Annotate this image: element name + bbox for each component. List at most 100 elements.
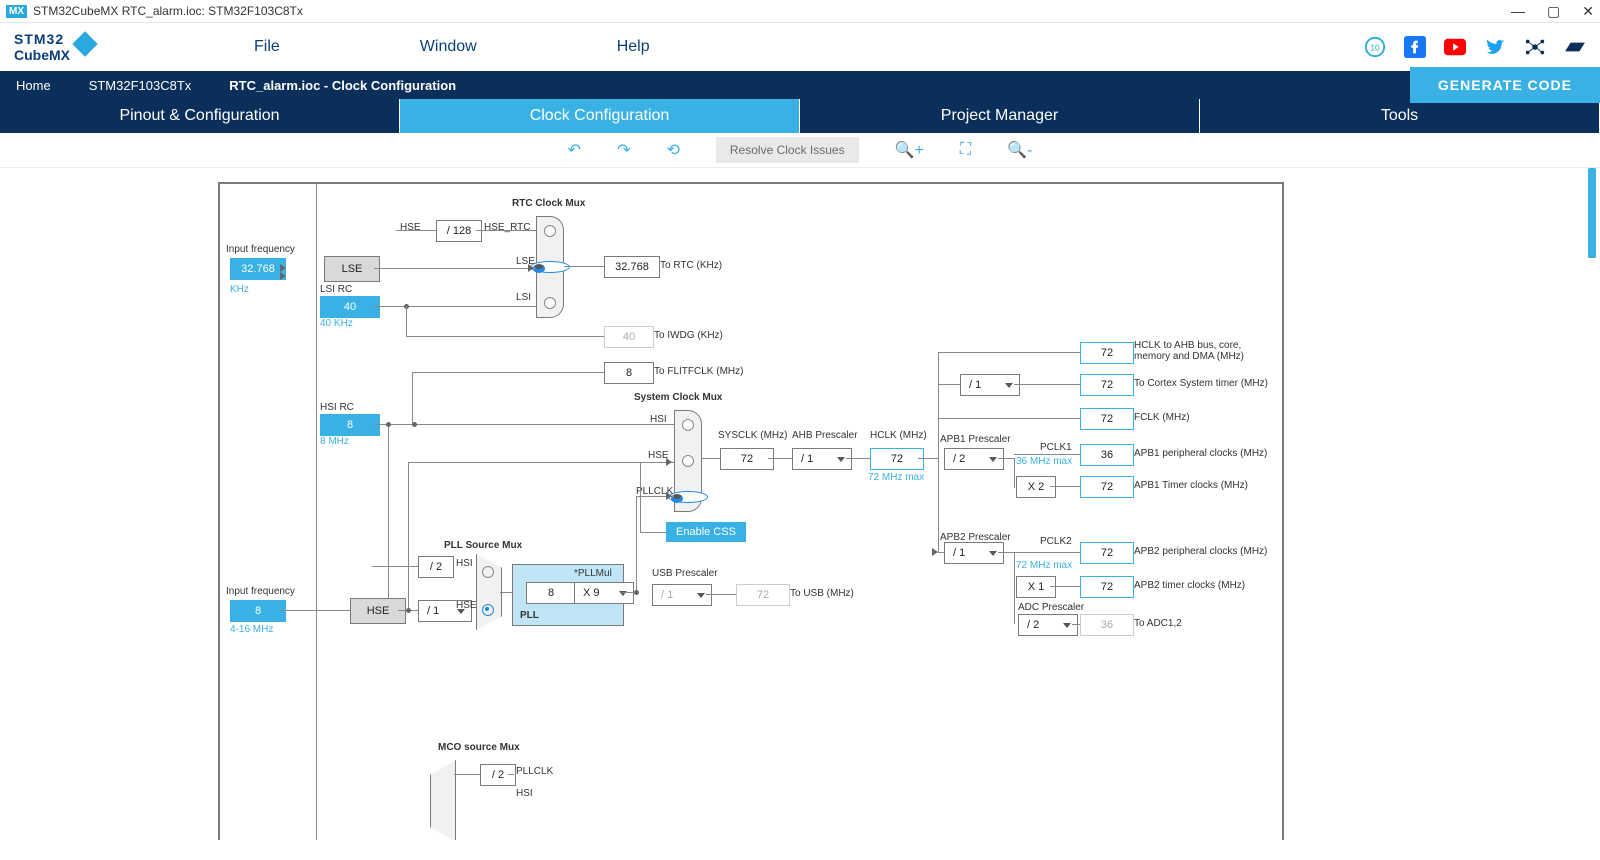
tab-project-manager[interactable]: Project Manager (800, 99, 1200, 133)
community-icon[interactable] (1524, 36, 1546, 58)
usb-prescaler-select[interactable]: / 1 (652, 584, 712, 606)
menu-help[interactable]: Help (617, 38, 650, 56)
resolve-clock-issues-button[interactable]: Resolve Clock Issues (716, 137, 859, 163)
usb-value: 72 (736, 584, 790, 606)
lse-input-value[interactable]: 32.768 (230, 258, 286, 280)
fit-icon[interactable]: ⛶ (960, 141, 971, 159)
lsi-rc-value: 40 (320, 296, 380, 318)
clock-diagram-canvas[interactable]: Input frequency 32.768 KHz LSE LSI RC 40… (218, 182, 1284, 840)
redo-icon[interactable]: ↷ (617, 140, 630, 160)
breadcrumb-chip[interactable]: STM32F103C8Tx (73, 71, 214, 99)
hsi-rc-label: HSI RC (320, 402, 354, 413)
apb2-timer-label: APB2 timer clocks (MHz) (1134, 580, 1245, 591)
anniversary-icon[interactable]: 10 (1364, 36, 1386, 58)
apb1-timer-label: APB1 Timer clocks (MHz) (1134, 480, 1248, 491)
usb-presc-label: USB Prescaler (652, 568, 718, 579)
pclk2-note: 72 MHz max (1016, 560, 1072, 571)
rtc-mux-title: RTC Clock Mux (512, 198, 585, 209)
window-title: STM32CubeMX RTC_alarm.ioc: STM32F103C8Tx (33, 4, 303, 18)
apb1-timer-mul: X 2 (1016, 476, 1056, 498)
zoom-in-icon[interactable]: 🔍+ (895, 140, 924, 160)
usb-label: To USB (MHz) (790, 588, 854, 599)
iwdg-label: To IWDG (KHz) (654, 330, 723, 341)
flitfclk-label: To FLITFCLK (MHz) (654, 366, 743, 377)
minimize-icon[interactable]: — (1511, 3, 1525, 20)
hclk-value[interactable]: 72 (870, 448, 924, 470)
hse-input-label: Input frequency (226, 586, 295, 597)
apb1-periph-value: 36 (1080, 444, 1134, 466)
pclk2-label: PCLK2 (1040, 536, 1072, 547)
app-logo: STM32 CubeMX (14, 31, 94, 63)
twitter-icon[interactable] (1484, 36, 1506, 58)
hse-input-value[interactable]: 8 (230, 600, 286, 622)
mco-title: MCO source Mux (438, 742, 520, 753)
undo-icon[interactable]: ↶ (568, 140, 581, 160)
menu-window[interactable]: Window (420, 38, 477, 56)
adc-presc-label: ADC Prescaler (1018, 602, 1084, 613)
enable-css-button[interactable]: Enable CSS (666, 522, 746, 542)
lsi-unit: 40 KHz (320, 318, 353, 329)
generate-code-button[interactable]: GENERATE CODE (1410, 67, 1600, 103)
tab-pinout[interactable]: Pinout & Configuration (0, 99, 400, 133)
hse-label-top: HSE (400, 222, 421, 233)
hsi-rc-value: 8 (320, 414, 380, 436)
fclk-label: FCLK (MHz) (1134, 412, 1190, 423)
zoom-out-icon[interactable]: 🔍- (1007, 140, 1032, 160)
pclk1-label: PCLK1 (1040, 442, 1072, 453)
window-titlebar: MX STM32CubeMX RTC_alarm.ioc: STM32F103C… (0, 0, 1600, 23)
mco-source-mux[interactable] (430, 760, 456, 840)
breadcrumb: Home STM32F103C8Tx RTC_alarm.ioc - Clock… (0, 71, 1600, 99)
apb2-prescaler-select[interactable]: / 1 (944, 542, 1004, 564)
apb2-periph-value: 72 (1080, 542, 1134, 564)
apb1-timer-value: 72 (1080, 476, 1134, 498)
close-icon[interactable]: ✕ (1582, 3, 1594, 20)
logo-line1: STM32 (14, 31, 70, 47)
adc-prescaler-select[interactable]: / 2 (1018, 614, 1078, 636)
hse-unit: 4-16 MHz (230, 624, 273, 635)
lsi-rc-label: LSI RC (320, 284, 352, 295)
menu-file[interactable]: File (254, 38, 280, 56)
facebook-icon[interactable] (1404, 36, 1426, 58)
hclk-ahb-value: 72 (1080, 342, 1134, 364)
sys-mux-title: System Clock Mux (634, 392, 722, 403)
sys-hsi-label: HSI (650, 414, 667, 425)
tab-tools[interactable]: Tools (1200, 99, 1600, 133)
apb2-timer-value: 72 (1080, 576, 1134, 598)
rtc-out-value[interactable]: 32.768 (604, 256, 660, 278)
vertical-scrollbar[interactable] (1586, 168, 1596, 840)
pll-input-value[interactable]: 8 (526, 582, 576, 604)
breadcrumb-home[interactable]: Home (0, 71, 73, 99)
apb1-periph-label: APB1 peripheral clocks (MHz) (1134, 448, 1267, 459)
cortex-prescaler-select[interactable]: / 1 (960, 374, 1020, 396)
apb1-prescaler-select[interactable]: / 2 (944, 448, 1004, 470)
pll-mux-hsi-dot (482, 566, 494, 578)
social-icons: 10 (1364, 36, 1586, 58)
tab-clock[interactable]: Clock Configuration (400, 99, 800, 133)
pll-hse-label: HSE (456, 600, 477, 611)
rtc-out-label: To RTC (KHz) (660, 260, 722, 271)
toolbar: ↶ ↷ ⟲ Resolve Clock Issues 🔍+ ⛶ 🔍- (0, 133, 1600, 168)
system-clock-mux[interactable] (674, 410, 702, 512)
apb1-presc-label: APB1 Prescaler (940, 434, 1011, 445)
cortex-value: 72 (1080, 374, 1134, 396)
reset-icon[interactable]: ⟲ (666, 140, 679, 160)
pllmul-select[interactable]: X 9 (574, 582, 634, 604)
rtc-clock-mux[interactable] (536, 216, 564, 318)
hclk-label: HCLK (MHz) (870, 430, 927, 441)
ahb-prescaler-select[interactable]: / 1 (792, 448, 852, 470)
hse-box[interactable]: HSE (350, 598, 406, 624)
youtube-icon[interactable] (1444, 36, 1466, 58)
apb2-periph-label: APB2 peripheral clocks (MHz) (1134, 546, 1267, 557)
pll-label: PLL (520, 610, 539, 621)
maximize-icon[interactable]: ▢ (1547, 3, 1560, 20)
breadcrumb-page[interactable]: RTC_alarm.ioc - Clock Configuration (213, 71, 478, 99)
sysclk-value[interactable]: 72 (720, 448, 774, 470)
st-logo-icon[interactable] (1564, 36, 1586, 58)
canvas-wrapper: Input frequency 32.768 KHz LSE LSI RC 40… (0, 168, 1600, 840)
lse-input-label: Input frequency (226, 244, 295, 255)
lse-box[interactable]: LSE (324, 256, 380, 282)
fclk-value: 72 (1080, 408, 1134, 430)
main-tabs: Pinout & Configuration Clock Configurati… (0, 99, 1600, 133)
flitfclk-value: 8 (604, 362, 654, 384)
apb2-timer-mul: X 1 (1016, 576, 1056, 598)
